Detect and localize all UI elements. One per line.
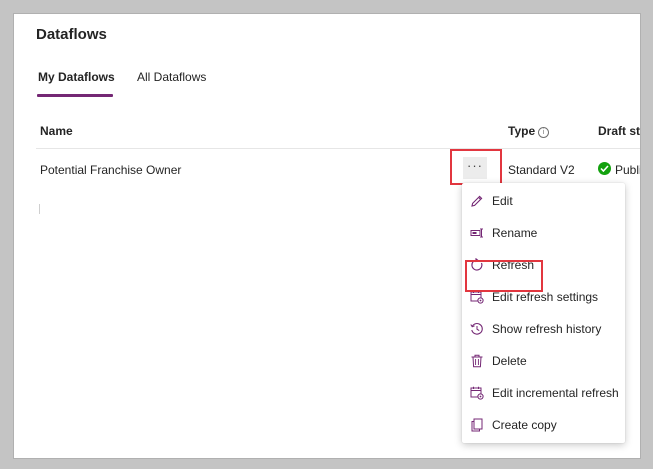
draft-status-text: Publi [615,163,640,177]
context-menu: Edit Rename Refresh Edit refresh setting… [462,183,625,443]
dataflow-name[interactable]: Potential Franchise Owner [40,163,181,177]
menu-item-rename[interactable]: Rename [462,217,625,249]
menu-item-delete[interactable]: Delete [462,345,625,377]
history-icon [470,322,483,335]
trash-icon [471,354,483,368]
calendar-settings-icon [470,290,484,304]
column-header-label: Draft sta [598,124,640,138]
header-divider [36,148,640,149]
tab-all-dataflows[interactable]: All Dataflows [137,70,206,84]
active-tab-indicator [37,94,113,97]
dataflows-panel: Dataflows My Dataflows All Dataflows Nam… [14,14,640,458]
menu-item-create-copy[interactable]: Create copy [462,409,625,441]
check-circle-icon [598,162,611,175]
column-header-name[interactable]: Name [40,124,73,138]
column-header-draft-status[interactable]: Draft sta [598,124,640,138]
menu-item-label: Delete [492,354,527,368]
menu-item-show-refresh-history[interactable]: Show refresh history [462,313,625,345]
page-title: Dataflows [36,26,107,43]
menu-item-label: Create copy [492,418,557,432]
menu-item-label: Edit [492,194,513,208]
menu-item-label: Edit refresh settings [492,290,599,304]
text-cursor [39,204,40,214]
column-header-label: Name [40,124,73,138]
pencil-icon [471,195,483,207]
menu-item-label: Edit incremental refresh [492,386,619,400]
dataflow-type: Standard V2 [508,163,575,177]
info-icon[interactable]: i [538,127,550,138]
column-header-type[interactable]: Type i [508,124,550,138]
menu-item-label: Rename [492,226,538,240]
menu-item-edit-incremental-refresh[interactable]: Edit incremental refresh [462,377,625,409]
calendar-settings-icon [470,386,484,400]
highlight-box [450,149,502,185]
tab-label: All Dataflows [137,70,207,84]
rename-icon [470,228,483,238]
menu-item-edit[interactable]: Edit [462,185,625,217]
tab-my-dataflows[interactable]: My Dataflows [37,70,115,97]
column-header-label: Type [508,124,536,138]
highlight-box [465,260,543,292]
copy-icon [471,418,483,432]
menu-item-label: Show refresh history [492,322,602,336]
tab-label: My Dataflows [38,70,115,84]
